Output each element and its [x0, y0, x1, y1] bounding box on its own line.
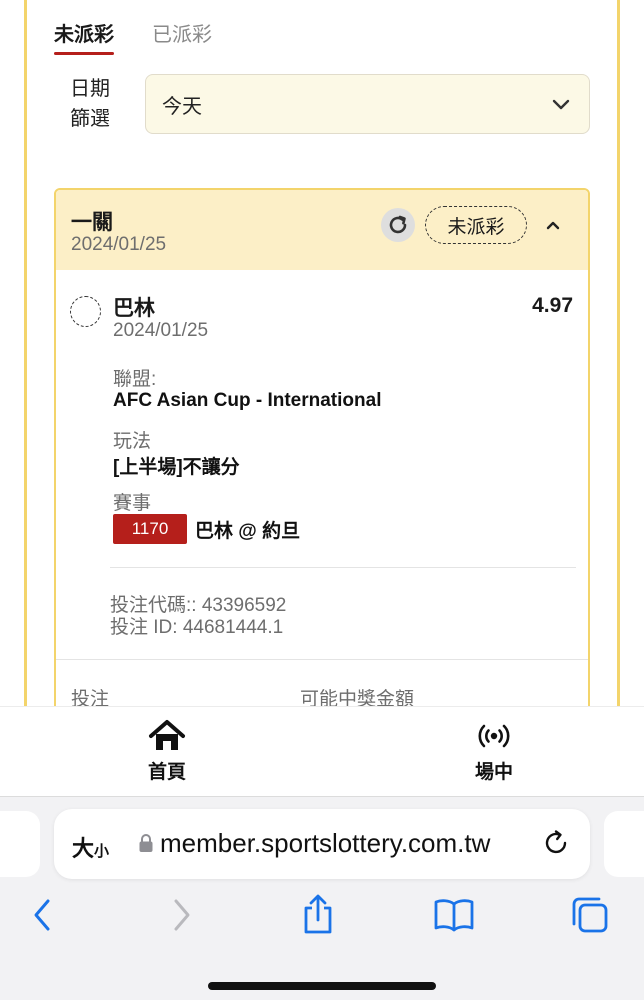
- play-type-value: [上半場]不讓分: [113, 457, 240, 478]
- frame-border-right: [617, 0, 620, 706]
- tab-settled[interactable]: 已派彩: [152, 18, 212, 55]
- frame-border-left: [24, 0, 27, 706]
- nav-live[interactable]: 場中: [434, 719, 554, 784]
- match-code-badge: 1170: [113, 514, 187, 544]
- chevron-up-icon[interactable]: [542, 214, 564, 236]
- match-name: 巴林 @ 約旦: [195, 520, 301, 542]
- bet-id: 投注 ID: 44681444.1: [110, 617, 284, 638]
- chevron-left-icon: [34, 899, 50, 931]
- share-button[interactable]: [296, 893, 340, 937]
- date-select-value: 今天: [162, 95, 202, 118]
- url-text: member.sportslottery.com.tw: [160, 828, 491, 858]
- bet-date: 2024/01/25: [71, 234, 167, 255]
- stake-label: 投注: [71, 689, 110, 706]
- selection-status-icon: [70, 296, 101, 327]
- chevron-down-icon: [552, 99, 570, 110]
- match-row: 1170 巴林 @ 約旦: [113, 514, 300, 544]
- event-label: 賽事: [113, 493, 152, 514]
- tabs-button[interactable]: [568, 893, 612, 937]
- potential-payout-label: 可能中獎金額: [300, 689, 415, 706]
- refresh-icon: [389, 215, 407, 234]
- bet-type-title: 一關: [71, 211, 113, 234]
- date-select[interactable]: 今天: [145, 74, 590, 134]
- status-badge: 未派彩: [425, 206, 527, 244]
- home-indicator: [208, 982, 436, 990]
- next-tab-preview[interactable]: [604, 811, 644, 877]
- tab-unsettled[interactable]: 未派彩: [54, 18, 114, 55]
- nav-live-label: 場中: [474, 762, 513, 783]
- nav-home-label: 首頁: [147, 762, 186, 783]
- payout-tabs: 未派彩 已派彩: [54, 18, 212, 55]
- page-content: 未派彩 已派彩 日期篩選 今天 一關 2024/01/25 未派彩 巴林 4.9…: [0, 0, 644, 706]
- bet-card-header: 一關 2024/01/25 未派彩: [56, 190, 588, 270]
- bottom-nav: 首頁 場中: [0, 706, 644, 796]
- live-broadcast-icon: [478, 724, 510, 748]
- text-size-button[interactable]: 大小: [72, 831, 109, 863]
- bet-card: 一關 2024/01/25 未派彩 巴林 4.97 2024/01/25 聯盟:…: [54, 188, 590, 706]
- league-value: AFC Asian Cup - International: [113, 390, 382, 411]
- selection-odds: 4.97: [532, 294, 573, 317]
- bookmarks-button[interactable]: [432, 893, 476, 937]
- date-filter-label: 日期篩選: [70, 78, 110, 130]
- league-label: 聯盟:: [113, 369, 157, 390]
- refresh-button[interactable]: [381, 208, 415, 242]
- chevron-right-icon: [174, 899, 190, 931]
- home-icon: [149, 720, 185, 750]
- back-button[interactable]: [20, 893, 64, 937]
- book-icon: [434, 899, 474, 932]
- selection-date: 2024/01/25: [113, 320, 209, 341]
- share-icon: [304, 894, 332, 934]
- date-filter: 日期篩選 今天: [54, 74, 590, 136]
- reload-icon[interactable]: [542, 829, 570, 857]
- browser-chrome: 大小 member.sportslottery.com.tw: [0, 796, 644, 1000]
- address-bar[interactable]: 大小 member.sportslottery.com.tw: [54, 809, 590, 879]
- text-size-small: 小: [94, 843, 110, 860]
- forward-button[interactable]: [160, 893, 204, 937]
- play-type-label: 玩法: [113, 431, 152, 452]
- previous-tab-preview[interactable]: [0, 811, 40, 877]
- divider: [56, 659, 588, 660]
- selection-team: 巴林: [113, 297, 155, 320]
- tabs-icon: [572, 897, 608, 933]
- nav-home[interactable]: 首頁: [107, 719, 227, 784]
- lock-icon: [139, 834, 153, 852]
- divider: [110, 567, 576, 568]
- text-size-large: 大: [72, 836, 95, 861]
